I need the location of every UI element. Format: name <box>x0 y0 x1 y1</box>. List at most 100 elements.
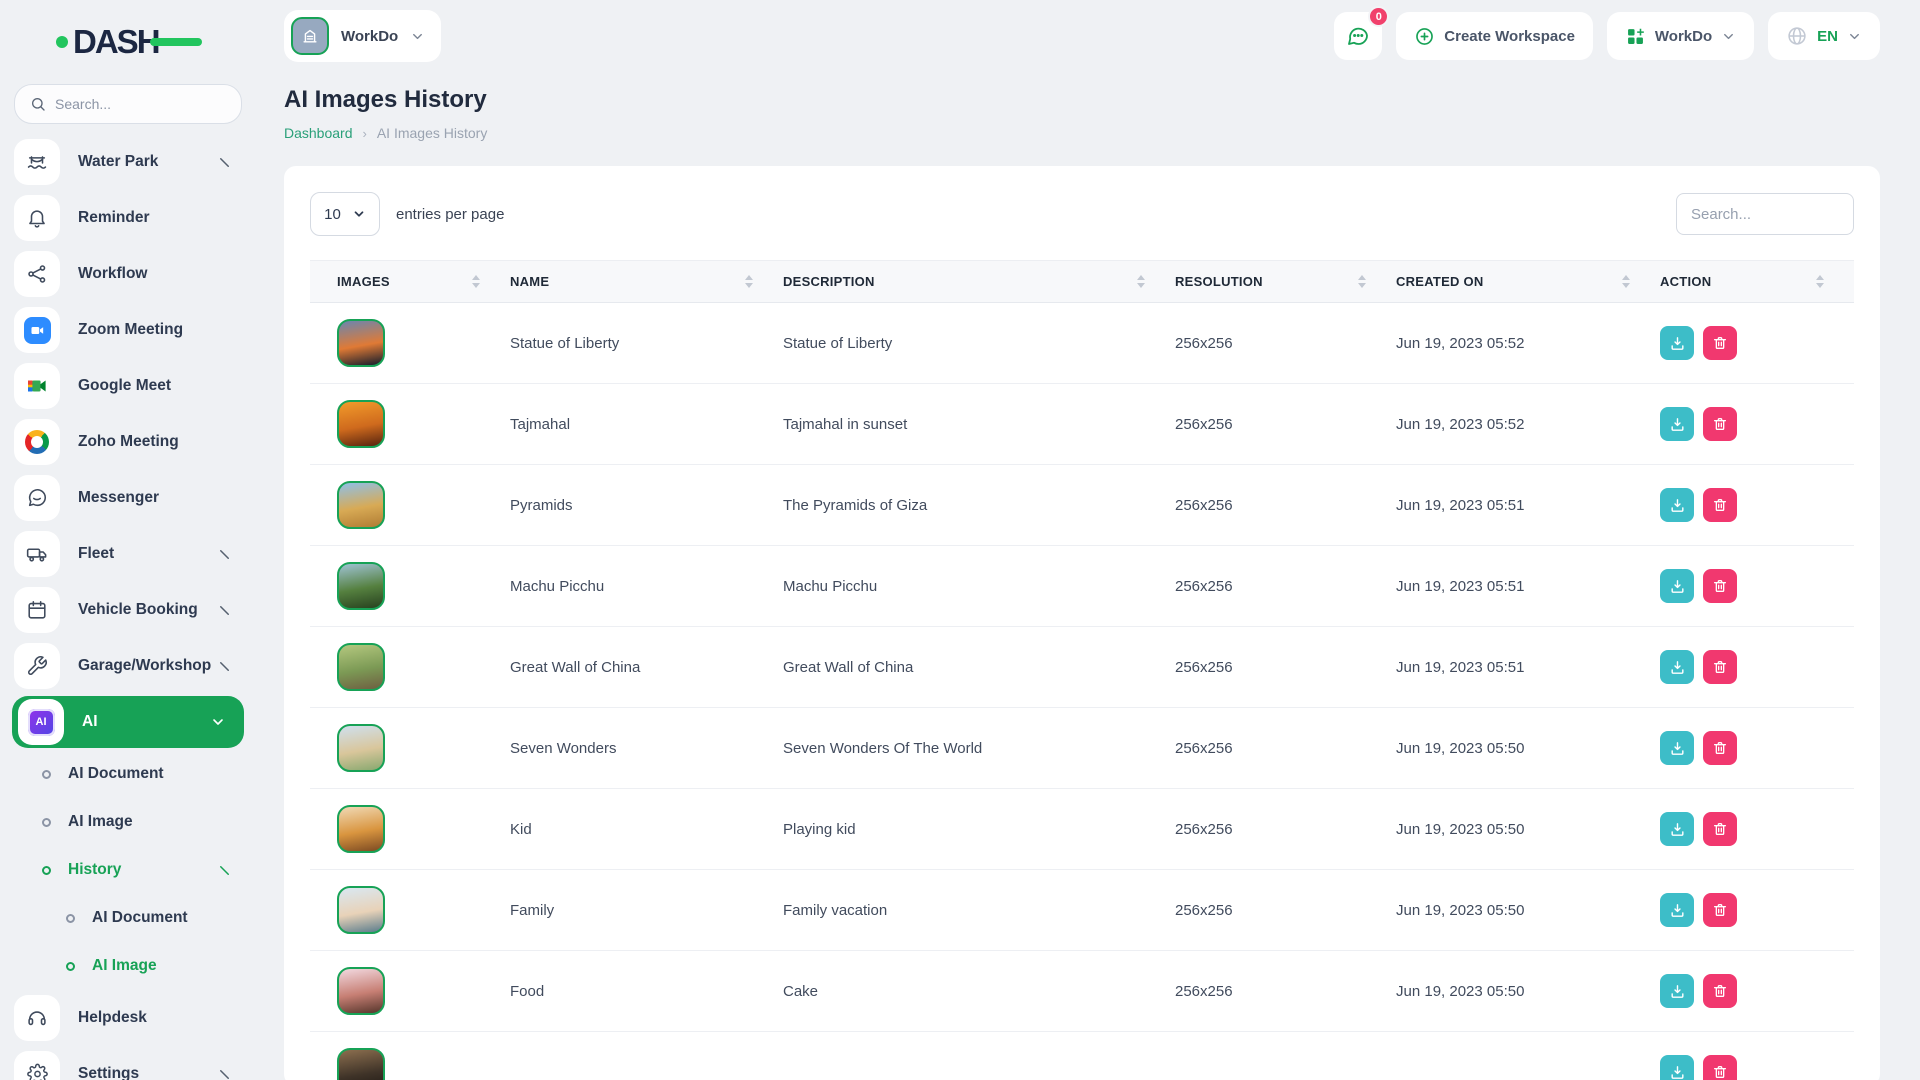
trash-icon <box>1712 740 1728 756</box>
delete-button[interactable] <box>1703 974 1737 1008</box>
sidebar-item-zoom-meeting[interactable]: Zoom Meeting <box>0 302 256 358</box>
main-area: WorkDo 0 Create Workspace WorkDo EN <box>256 0 1920 1080</box>
google-meet-icon <box>14 363 60 409</box>
download-button[interactable] <box>1660 569 1694 603</box>
row-resolution <box>1175 1032 1396 1080</box>
bullet-icon <box>66 914 75 923</box>
table-row: Family Family vacation 256x256 Jun 19, 2… <box>310 870 1854 951</box>
sidebar-item-ai-image[interactable]: AI Image <box>0 798 256 846</box>
column-header-name[interactable]: NAME <box>510 261 783 303</box>
sidebar-item-label: AI Image <box>92 957 157 975</box>
trash-icon <box>1712 902 1728 918</box>
delete-button[interactable] <box>1703 326 1737 360</box>
workspace-selector[interactable]: WorkDo <box>284 10 441 62</box>
notification-badge: 0 <box>1368 6 1389 27</box>
headset-icon <box>14 995 60 1041</box>
sidebar-item-vehicle-booking[interactable]: Vehicle Booking <box>0 582 256 638</box>
sort-icon[interactable] <box>745 275 753 288</box>
create-workspace-label: Create Workspace <box>1444 28 1575 45</box>
trash-icon <box>1712 1064 1728 1080</box>
language-selector[interactable]: EN <box>1768 12 1880 60</box>
sidebar-item-helpdesk[interactable]: Helpdesk <box>0 990 256 1046</box>
table-row: Food Cake 256x256 Jun 19, 2023 05:50 <box>310 951 1854 1032</box>
column-label: IMAGES <box>337 274 390 289</box>
download-button[interactable] <box>1660 326 1694 360</box>
sidebar-item-label: Settings <box>78 1065 139 1080</box>
sidebar-search[interactable] <box>14 84 242 124</box>
download-button[interactable] <box>1660 731 1694 765</box>
water-park-icon <box>14 139 60 185</box>
sidebar-item-settings[interactable]: Settings <box>0 1046 256 1080</box>
sidebar-item-messenger[interactable]: Messenger <box>0 470 256 526</box>
sidebar-item-label: Water Park <box>78 153 158 171</box>
bullet-icon <box>66 962 75 971</box>
breadcrumb-dashboard-link[interactable]: Dashboard <box>284 125 353 141</box>
delete-button[interactable] <box>1703 893 1737 927</box>
download-button[interactable] <box>1660 650 1694 684</box>
row-name: Kid <box>510 789 783 870</box>
sidebar-item-ai-document[interactable]: AI Document <box>0 894 256 942</box>
chevron-down-icon <box>1847 29 1862 44</box>
messages-button[interactable]: 0 <box>1334 12 1382 60</box>
delete-button[interactable] <box>1703 812 1737 846</box>
sidebar-item-garage-workshop[interactable]: Garage/Workshop <box>0 638 256 694</box>
sidebar-item-google-meet[interactable]: Google Meet <box>0 358 256 414</box>
download-button[interactable] <box>1660 893 1694 927</box>
page-size-value: 10 <box>324 206 341 223</box>
sidebar-item-ai[interactable]: AIAI <box>12 696 244 748</box>
sidebar-item-workflow[interactable]: Workflow <box>0 246 256 302</box>
sidebar-item-label: AI Document <box>68 765 164 783</box>
sidebar-item-zoho-meeting[interactable]: Zoho Meeting <box>0 414 256 470</box>
messenger-icon <box>14 475 60 521</box>
trash-icon <box>1712 416 1728 432</box>
create-workspace-button[interactable]: Create Workspace <box>1396 12 1593 60</box>
sidebar-search-input[interactable] <box>55 96 226 112</box>
row-thumbnail-image <box>337 481 385 529</box>
column-header-resolution[interactable]: RESOLUTION <box>1175 261 1396 303</box>
sidebar-item-reminder[interactable]: Reminder <box>0 190 256 246</box>
delete-button[interactable] <box>1703 407 1737 441</box>
download-button[interactable] <box>1660 407 1694 441</box>
table-search-input[interactable] <box>1676 193 1854 235</box>
column-label: CREATED ON <box>1396 274 1484 289</box>
sidebar-item-water-park[interactable]: Water Park <box>0 134 256 190</box>
workdo-menu-button[interactable]: WorkDo <box>1607 12 1754 60</box>
delete-button[interactable] <box>1703 731 1737 765</box>
sort-icon[interactable] <box>1358 275 1366 288</box>
column-label: DESCRIPTION <box>783 274 875 289</box>
download-button[interactable] <box>1660 812 1694 846</box>
bullet-icon <box>42 770 51 779</box>
sidebar-item-ai-document[interactable]: AI Document <box>0 750 256 798</box>
language-code: EN <box>1817 28 1838 45</box>
sort-icon[interactable] <box>1137 275 1145 288</box>
bullet-icon <box>42 866 51 875</box>
breadcrumb: Dashboard › AI Images History <box>284 125 1880 141</box>
row-name: Family <box>510 870 783 951</box>
sort-icon[interactable] <box>472 275 480 288</box>
sidebar-item-label: Google Meet <box>78 377 171 395</box>
page-size-select[interactable]: 10 <box>310 192 380 236</box>
app-logo[interactable]: DAS H <box>0 20 256 64</box>
sidebar-item-fleet[interactable]: Fleet <box>0 526 256 582</box>
row-name: Machu Picchu <box>510 546 783 627</box>
download-button[interactable] <box>1660 488 1694 522</box>
sidebar-item-ai-image[interactable]: AI Image <box>0 942 256 990</box>
row-thumbnail-image <box>337 643 385 691</box>
column-header-action[interactable]: ACTION <box>1660 261 1854 303</box>
delete-button[interactable] <box>1703 569 1737 603</box>
download-button[interactable] <box>1660 1055 1694 1080</box>
sort-icon[interactable] <box>1816 275 1824 288</box>
delete-button[interactable] <box>1703 488 1737 522</box>
column-header-images[interactable]: IMAGES <box>310 261 510 303</box>
delete-button[interactable] <box>1703 650 1737 684</box>
sidebar-item-history[interactable]: History <box>0 846 256 894</box>
delete-button[interactable] <box>1703 1055 1737 1080</box>
column-header-created-on[interactable]: CREATED ON <box>1396 261 1660 303</box>
row-name: Tajmahal <box>510 384 783 465</box>
column-label: ACTION <box>1660 274 1711 289</box>
sort-icon[interactable] <box>1622 275 1630 288</box>
trash-icon <box>1712 335 1728 351</box>
download-button[interactable] <box>1660 974 1694 1008</box>
column-header-description[interactable]: DESCRIPTION <box>783 261 1175 303</box>
trash-icon <box>1712 497 1728 513</box>
